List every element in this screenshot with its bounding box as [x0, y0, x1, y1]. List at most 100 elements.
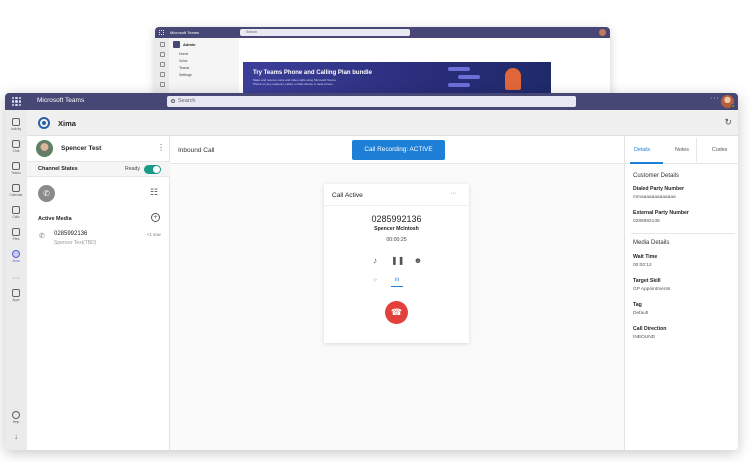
call-card: Call Active ··· 0285992136 Spencer McInt…: [324, 184, 469, 343]
background-rail: [155, 38, 169, 97]
background-nav-item[interactable]: Settings: [179, 73, 235, 77]
background-sidebar: Admin Home Voice Teams Settings: [169, 38, 239, 97]
app-name: Xima: [58, 119, 76, 128]
mute-icon[interactable]: ♪: [369, 255, 381, 267]
presence-indicator: [731, 104, 735, 108]
rail-item-apps[interactable]: Apps: [5, 286, 27, 308]
tab-details[interactable]: Details: [634, 147, 650, 153]
ready-status-label: Ready: [125, 166, 140, 172]
xima-logo-icon: [38, 117, 50, 129]
agent-name: Spencer Test: [61, 145, 102, 152]
promo-chip: [448, 83, 470, 87]
app-rail: Activity Chat Teams Calendar Calls Files: [5, 110, 27, 450]
tab-notes[interactable]: Notes: [675, 147, 689, 153]
field-label: Target Skill: [633, 278, 661, 284]
bell-icon: [12, 118, 20, 126]
more-icon: ···: [12, 275, 20, 282]
rail-item-teams[interactable]: Teams: [5, 159, 27, 181]
background-search-input[interactable]: Search: [240, 29, 410, 36]
rail-label: Calls: [12, 215, 20, 219]
rail-item-files[interactable]: Files: [5, 225, 27, 247]
active-media-item[interactable]: ✆ 0285992136 Spencer Test(TBD) <1 now: [27, 227, 170, 253]
ready-toggle[interactable]: [144, 165, 161, 174]
customer-details-title: Customer Details: [633, 173, 680, 179]
agent-avatar[interactable]: [36, 140, 53, 157]
field-label: Tag: [633, 302, 642, 308]
field-value: GP Appointments: [633, 287, 671, 292]
call-card-more-button[interactable]: ···: [450, 190, 457, 197]
search-placeholder: Search: [178, 98, 196, 104]
phone-icon: [12, 206, 20, 214]
media-details-title: Media Details: [633, 240, 670, 246]
field-value: 00:00:12: [633, 263, 652, 268]
chat-icon: [12, 140, 20, 148]
rail-icon: [159, 72, 165, 77]
background-nav-item[interactable]: Home: [179, 52, 235, 56]
rail-item-calls[interactable]: Calls: [5, 203, 27, 225]
sliders-icon[interactable]: ☷: [150, 187, 158, 198]
call-card-header: Call Active ···: [324, 184, 469, 206]
rail-item-help[interactable]: Help: [5, 408, 27, 430]
admin-icon: [173, 41, 180, 48]
agent-more-button[interactable]: ⋮: [157, 143, 165, 152]
title-bar: Microsoft Teams Search ···: [5, 93, 738, 110]
audio-levels-icon[interactable]: ııı: [391, 277, 403, 287]
field-value: 0285992136: [633, 219, 660, 224]
field-value: Default: [633, 311, 649, 316]
background-app-title: Microsoft Teams: [170, 30, 200, 35]
field-label: Call Direction: [633, 326, 667, 332]
app-launcher-icon[interactable]: [12, 97, 21, 106]
background-avatar[interactable]: [599, 29, 606, 36]
search-input[interactable]: Search: [167, 96, 576, 107]
transfer-icon[interactable]: ☻: [412, 255, 424, 267]
background-nav-item[interactable]: Teams: [179, 66, 235, 70]
download-icon: ↓: [14, 432, 18, 441]
agent-row: Spencer Test ⋮: [27, 136, 170, 162]
tab-codes[interactable]: Codes: [712, 147, 727, 153]
call-recording-button[interactable]: Call Recording: ACTIVE: [352, 140, 445, 160]
field-label: Wait Time: [633, 254, 658, 260]
item-time: <1 now: [147, 232, 161, 237]
field-value: mmaaaaaaaaaaaaa: [633, 195, 676, 200]
rail-item-download[interactable]: ↓: [5, 428, 27, 450]
app-launcher-icon: [159, 30, 164, 35]
file-icon: [12, 228, 20, 236]
phone-icon: ✆: [39, 233, 45, 240]
background-sidebar-title: Admin: [183, 42, 196, 47]
rail-icon: [159, 82, 165, 87]
scene: Microsoft Teams Search Admin Home Voice …: [0, 0, 756, 462]
rail-icon: [159, 62, 165, 67]
channel-states-header: Channel States Ready: [27, 162, 170, 177]
details-pane: Details Notes Codes Customer Details Dia…: [624, 136, 738, 450]
channel-states-title: Channel States: [38, 166, 78, 172]
rail-item-activity[interactable]: Activity: [5, 115, 27, 137]
promo-banner: Try Teams Phone and Calling Plan bundle …: [243, 62, 551, 94]
background-title-bar: Microsoft Teams Search: [155, 27, 610, 38]
dialpad-icon[interactable]: ⁘: [369, 277, 381, 287]
phone-icon[interactable]: ✆: [38, 185, 55, 202]
background-nav-item[interactable]: Voice: [179, 59, 235, 63]
apps-icon: [12, 289, 20, 297]
promo-illustration: [505, 68, 521, 90]
rail-item-calendar[interactable]: Calendar: [5, 181, 27, 203]
rail-item-chat[interactable]: Chat: [5, 137, 27, 159]
promo-banner-title: Try Teams Phone and Calling Plan bundle: [253, 70, 372, 76]
teams-icon: [12, 162, 20, 170]
more-options-button[interactable]: ···: [710, 95, 720, 102]
teams-window: Microsoft Teams Search ··· Activity Chat…: [5, 93, 738, 450]
rail-label: Teams: [11, 171, 21, 175]
promo-chip: [448, 67, 470, 71]
call-pane: Inbound Call Call Recording: ACTIVE Call…: [170, 136, 624, 450]
app-title: Microsoft Teams: [37, 97, 85, 104]
help-icon: [12, 411, 20, 419]
background-sidebar-header: Admin: [173, 41, 235, 48]
promo-banner-subtitle: Make and receive voice and video calls u…: [253, 78, 336, 86]
refresh-icon[interactable]: ↻: [724, 117, 732, 128]
call-pane-header: Inbound Call Call Recording: ACTIVE: [170, 136, 624, 164]
hangup-button[interactable]: ☎: [385, 301, 408, 324]
add-icon[interactable]: +: [151, 213, 160, 222]
tab-separator: [696, 138, 697, 162]
rail-item-xima[interactable]: Xima: [5, 247, 27, 269]
field-value: INBOUND: [633, 335, 656, 340]
hold-icon[interactable]: ❚❚: [391, 255, 404, 267]
